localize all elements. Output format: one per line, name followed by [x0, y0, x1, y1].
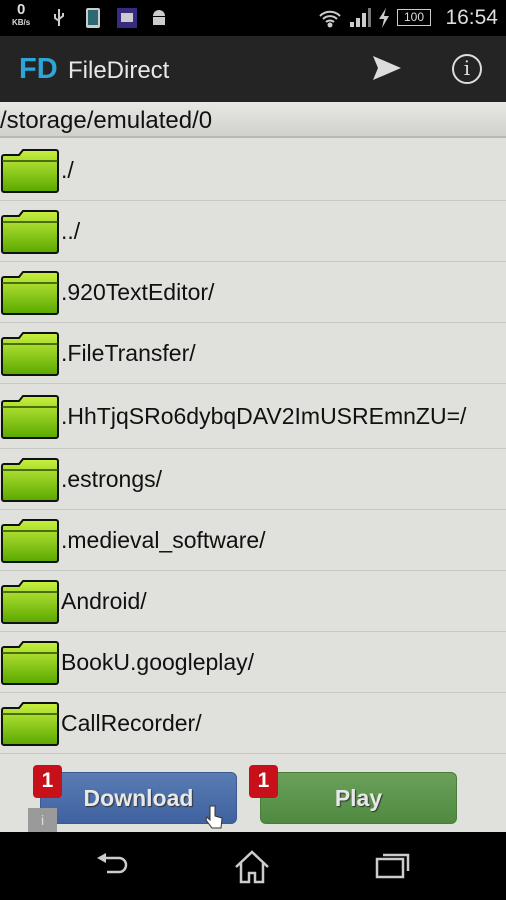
send-icon[interactable] [372, 54, 402, 82]
file-name: .920TextEditor/ [61, 279, 215, 305]
data-rate-unit: KB/s [12, 18, 31, 27]
file-row[interactable]: Android/ [0, 571, 506, 632]
signal-icon [350, 8, 371, 27]
file-row[interactable]: .estrongs/ [0, 449, 506, 510]
play-badge: 1 [249, 765, 278, 798]
file-name: BookU.googleplay/ [61, 649, 255, 675]
file-row[interactable]: CallRecorder/ [0, 693, 506, 754]
battery-icon: 100 [397, 9, 431, 26]
folder-icon [1, 395, 59, 439]
file-row[interactable]: .FileTransfer/ [0, 323, 506, 384]
file-row[interactable]: .HhTjqSRo6dybqDAV2ImUSREmnZU=/ [0, 384, 506, 449]
folder-icon [1, 519, 59, 563]
file-row[interactable]: .920TextEditor/ [0, 262, 506, 323]
ad-banner[interactable]: Download 1 Play 1 i [0, 760, 506, 832]
wifi-icon [319, 10, 341, 28]
file-name: .estrongs/ [61, 466, 162, 492]
news-icon [117, 8, 137, 28]
app-title: FileDirect [68, 57, 170, 84]
folder-icon [1, 332, 59, 376]
usb-icon [54, 9, 64, 26]
file-name: ./ [61, 157, 74, 183]
charging-icon [379, 8, 389, 28]
file-name: ../ [61, 218, 81, 244]
file-name: Android/ [61, 588, 147, 614]
file-row[interactable]: BookU.googleplay/ [0, 632, 506, 693]
file-row[interactable]: .medieval_software/ [0, 510, 506, 571]
navigation-bar [0, 832, 506, 900]
play-button[interactable]: Play [260, 772, 457, 824]
file-name: .HhTjqSRo6dybqDAV2ImUSREmnZU=/ [61, 403, 467, 429]
current-path: /storage/emulated/0 [0, 102, 506, 138]
home-icon[interactable] [233, 850, 271, 884]
file-row[interactable]: ./ [0, 140, 506, 201]
back-icon[interactable] [95, 850, 131, 880]
folder-icon [1, 580, 59, 624]
recents-icon[interactable] [375, 850, 411, 880]
app-logo: FD [19, 53, 58, 85]
status-bar: 0 KB/s 100 16:54 [0, 0, 506, 36]
clock: 16:54 [445, 6, 498, 29]
file-name: CallRecorder/ [61, 710, 202, 736]
file-list[interactable]: ./ ../ .920TextEditor/ .FileTransfer/ .HhTjq… [0, 140, 506, 754]
file-row[interactable]: ../ [0, 201, 506, 262]
folder-icon [1, 702, 59, 746]
phone-icon [86, 8, 100, 28]
file-name: .FileTransfer/ [61, 340, 196, 366]
android-icon [153, 10, 165, 25]
data-rate: 0 KB/s [12, 2, 31, 29]
folder-icon [1, 458, 59, 502]
file-name: .medieval_software/ [61, 527, 266, 553]
folder-icon [1, 210, 59, 254]
hand-cursor-icon [205, 805, 223, 829]
folder-icon [1, 149, 59, 193]
folder-icon [1, 641, 59, 685]
folder-icon [1, 271, 59, 315]
info-icon[interactable]: i [452, 54, 482, 84]
action-bar: FD FileDirect i [0, 36, 506, 102]
ad-info-icon[interactable]: i [28, 808, 57, 832]
download-badge: 1 [33, 765, 62, 798]
